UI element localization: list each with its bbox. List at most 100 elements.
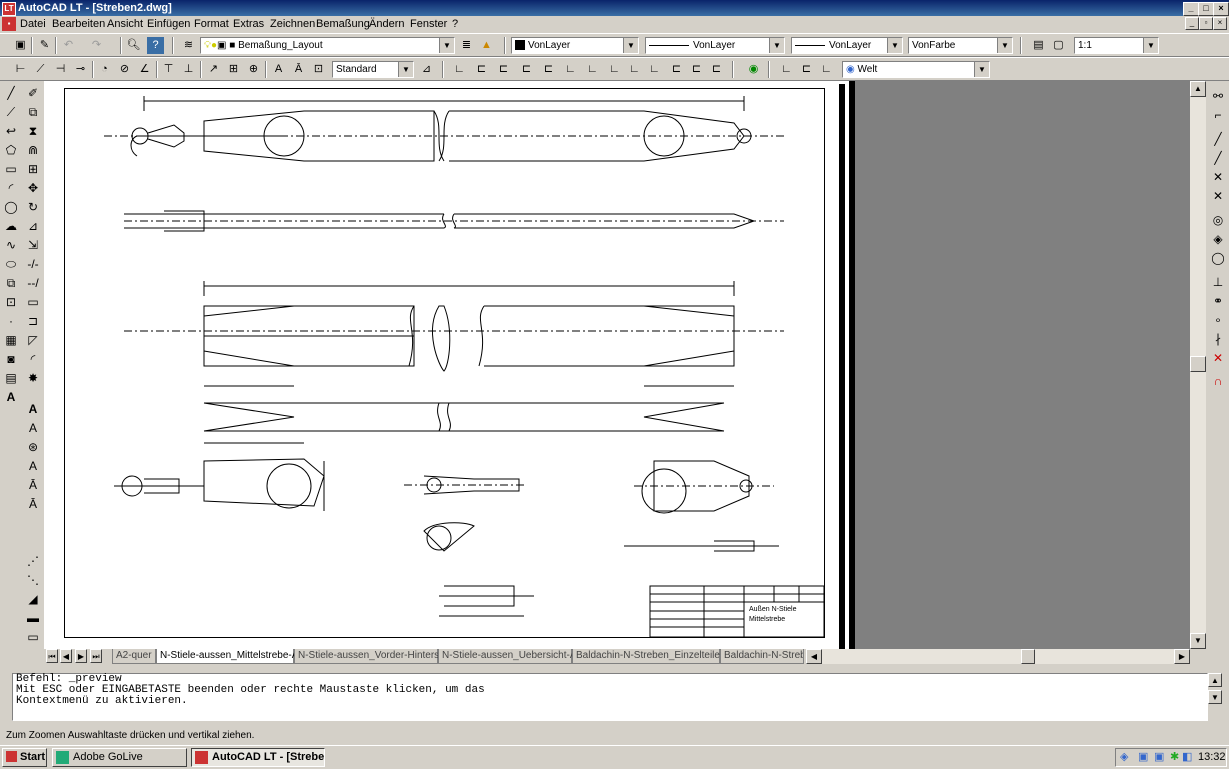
layer-combo[interactable]: 💡︎●▣ ■ Bemaßung_Layout ▼ xyxy=(200,37,455,54)
ucs-manager-icon[interactable]: ∟ xyxy=(778,61,795,78)
tab-mittelstrebe[interactable]: N-Stiele-aussen_Mittelstrebe-A1 xyxy=(156,649,304,664)
task-adobe-golive[interactable]: Adobe GoLive xyxy=(52,748,187,767)
close-button[interactable]: × xyxy=(1213,2,1229,16)
tab-uebersicht[interactable]: N-Stiele-aussen_Uebersicht-A1 xyxy=(438,649,582,664)
hscroll-thumb[interactable] xyxy=(1021,649,1035,664)
join-icon[interactable]: ⊐ xyxy=(24,313,42,330)
snap-insert-icon[interactable]: ∘ xyxy=(1209,312,1227,329)
snap-apparent-icon[interactable]: ✕ xyxy=(1209,188,1227,205)
snap-tracking-icon[interactable]: ⌐ xyxy=(1209,107,1227,124)
ucs-previous-icon[interactable]: ⊏ xyxy=(495,61,512,78)
rectangle-icon[interactable]: ▭ xyxy=(2,161,20,178)
explode-icon[interactable]: ✸ xyxy=(24,370,42,387)
text-edit-icon[interactable]: A xyxy=(24,420,42,437)
center-mark-icon[interactable]: ⊕ xyxy=(245,61,262,78)
autocad-app-icon[interactable]: LT xyxy=(2,2,16,16)
dim-radius-icon[interactable]: ⊸ xyxy=(72,61,89,78)
dim-angular-icon[interactable]: ∠ xyxy=(136,61,153,78)
tab-prev-button[interactable]: ◀ xyxy=(60,649,72,663)
viewport-icon[interactable]: ▤ xyxy=(1030,37,1047,54)
vertical-scrollbar[interactable]: ▲ ▼ xyxy=(1190,81,1206,649)
snap-center-icon[interactable]: ◎ xyxy=(1209,212,1227,229)
dim-text-edit-icon[interactable]: Ā xyxy=(290,61,307,78)
construction-line-icon[interactable]: ⟋ xyxy=(2,104,20,121)
undo-icon[interactable]: ↶ xyxy=(60,37,77,54)
tab-baldachin-einzelteile[interactable]: Baldachin-N-Streben_Einzelteile... xyxy=(572,649,728,664)
ucs-apply-icon[interactable]: ◉ xyxy=(745,61,762,78)
point-icon[interactable]: · xyxy=(2,313,20,330)
scroll-left-button[interactable]: ◀ xyxy=(806,649,822,664)
move-icon[interactable]: ✥ xyxy=(24,180,42,197)
tray-display-icon[interactable]: ▣ xyxy=(1154,749,1164,766)
menu-bearbeiten[interactable]: Bearbeiten xyxy=(52,17,105,31)
dim-update-icon[interactable]: ⊡ xyxy=(310,61,327,78)
document-icon[interactable]: ▪ xyxy=(2,17,16,31)
snap-quadrant-icon[interactable]: ◈ xyxy=(1209,231,1227,248)
menu-datei[interactable]: Datei xyxy=(20,17,46,31)
tab-a2-quer[interactable]: A2-quer xyxy=(112,649,156,664)
spell-icon[interactable]: ⊛ xyxy=(24,439,42,456)
dim-aligned-icon[interactable]: ⟋ xyxy=(32,61,49,78)
snap-node-icon[interactable]: ∤ xyxy=(1209,331,1227,348)
mirror-icon[interactable]: ⧗ xyxy=(24,123,42,140)
doc-minimize-button[interactable]: _ xyxy=(1185,17,1199,30)
color-combo[interactable]: VonLayer ▼ xyxy=(511,37,639,54)
line-icon[interactable]: ╱ xyxy=(2,85,20,102)
help-icon[interactable]: ? xyxy=(147,37,164,54)
tolerance-icon[interactable]: ⊞ xyxy=(225,61,242,78)
polar-icon[interactable]: ▬ xyxy=(24,610,42,627)
make-block-icon[interactable]: ⊡ xyxy=(2,294,20,311)
offset-icon[interactable]: ⋒ xyxy=(24,142,42,159)
ucs-named-icon[interactable]: ⊏ xyxy=(798,61,815,78)
horizontal-scrollbar[interactable]: ◀ ▶ xyxy=(806,649,1190,664)
tray-bluetooth-icon[interactable]: ✱ xyxy=(1170,749,1179,766)
ucs-icon[interactable]: ∟ xyxy=(451,61,468,78)
snap-perpendicular-icon[interactable]: ⊥ xyxy=(1209,274,1227,291)
osnap-icon[interactable]: ▭ xyxy=(24,629,42,646)
dim-edit-icon[interactable]: A xyxy=(270,61,287,78)
dimstyle-icon[interactable]: ⊿ xyxy=(418,61,435,78)
ucs-2point-icon[interactable]: ∟ xyxy=(626,61,643,78)
ucs-origin-icon[interactable]: ∟ xyxy=(584,61,601,78)
tray-volume-icon[interactable]: ◧ xyxy=(1182,749,1192,766)
ucs-3point-icon[interactable]: ∟ xyxy=(646,61,663,78)
ortho-icon[interactable]: ◢ xyxy=(24,591,42,608)
scroll-up-button[interactable]: ▲ xyxy=(1190,81,1206,97)
snap-none-icon[interactable]: ✕ xyxy=(1209,350,1227,367)
layer-state-icon[interactable]: ▲ xyxy=(478,37,495,54)
rotate-icon[interactable]: ↻ xyxy=(24,199,42,216)
ellipse-icon[interactable]: ⬭ xyxy=(2,256,20,273)
ucs-y-icon[interactable]: ⊏ xyxy=(688,61,705,78)
scroll-right-button[interactable]: ▶ xyxy=(1174,649,1190,664)
menu-zeichnen[interactable]: Zeichnen xyxy=(270,17,315,31)
revcloud-icon[interactable]: ☁ xyxy=(2,218,20,235)
polyline-icon[interactable]: ↩ xyxy=(2,123,20,140)
cmd-scroll-up[interactable]: ▲ xyxy=(1208,673,1222,687)
menu-einfuegen[interactable]: Einfügen xyxy=(147,17,190,31)
maximize-button[interactable]: □ xyxy=(1198,2,1214,16)
erase-icon[interactable]: ✐ xyxy=(24,85,42,102)
ucs-preset-icon[interactable]: ∟ xyxy=(818,61,835,78)
ucs-z-icon[interactable]: ∟ xyxy=(606,61,623,78)
plotstyle-combo[interactable]: VonFarbe ▼ xyxy=(908,37,1013,54)
menu-aendern[interactable]: Ändern xyxy=(369,17,404,31)
ucs-zrot-icon[interactable]: ⊏ xyxy=(708,61,725,78)
tab-first-button[interactable]: ⏮ xyxy=(46,649,58,663)
extend-icon[interactable]: --/ xyxy=(24,275,42,292)
cmd-scroll-down[interactable]: ▼ xyxy=(1208,690,1222,704)
chamfer-icon[interactable]: ◸ xyxy=(24,332,42,349)
viewport-scale-combo[interactable]: 1:1 ▼ xyxy=(1074,37,1159,54)
menu-fenster[interactable]: Fenster xyxy=(410,17,447,31)
text-style-icon[interactable]: A xyxy=(24,458,42,475)
text-icon[interactable]: A xyxy=(24,401,42,418)
array-icon[interactable]: ⊞ xyxy=(24,161,42,178)
circle-icon[interactable]: ◯ xyxy=(2,199,20,216)
layers-icon[interactable]: ≋ xyxy=(180,37,197,54)
start-button[interactable]: Start xyxy=(2,748,47,767)
spline-icon[interactable]: ∿ xyxy=(2,237,20,254)
dim-radius2-icon[interactable]: ◔ xyxy=(96,61,113,78)
tab-next-button[interactable]: ▶ xyxy=(75,649,87,663)
snap-icon[interactable]: ⋰ xyxy=(24,553,42,570)
ucs-combo[interactable]: ◉ Welt ▼ xyxy=(842,61,990,78)
snap-from-icon[interactable]: ⚯ xyxy=(1209,88,1227,105)
